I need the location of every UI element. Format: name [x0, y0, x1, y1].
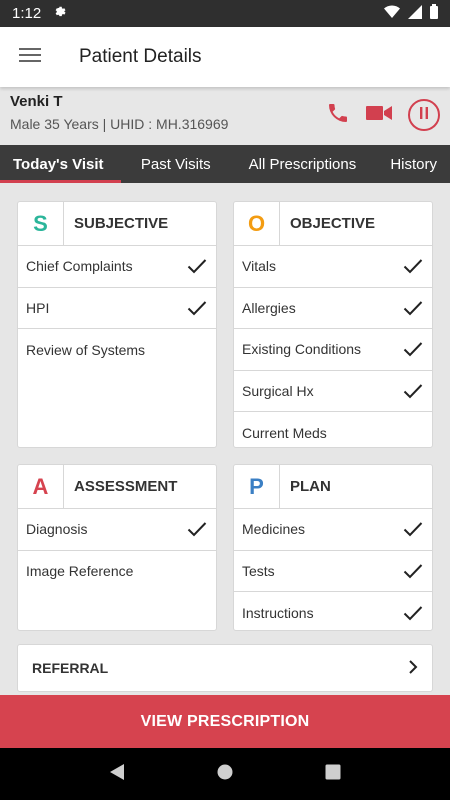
visit-tabs: Today's Visit Past Visits All Prescripti… — [0, 145, 450, 183]
referral-label: REFERRAL — [32, 660, 109, 676]
plan-item-label: Medicines — [242, 521, 306, 538]
status-icons — [384, 4, 438, 23]
tab-all-prescriptions[interactable]: All Prescriptions — [231, 145, 375, 183]
subjective-item[interactable]: Review of Systems — [18, 329, 216, 371]
status-time: 1:12 — [12, 5, 42, 22]
referral-row[interactable]: REFERRAL — [17, 644, 433, 692]
subjective-card-header[interactable]: S SUBJECTIVE — [18, 201, 216, 246]
checkmark-icon — [402, 338, 424, 360]
tab-history[interactable]: History — [374, 145, 450, 183]
objective-items: Vitals Allergies Existing Conditions Surgic… — [234, 246, 432, 454]
menu-button[interactable] — [0, 27, 60, 87]
objective-item[interactable]: Existing Conditions — [234, 329, 432, 371]
system-nav-bar — [0, 748, 450, 800]
plan-title: PLAN — [290, 478, 331, 495]
tab-past-visits[interactable]: Past Visits — [121, 145, 231, 183]
checkmark-icon — [186, 297, 208, 319]
patient-header: Venki T Male 35 Years | UHID : MH.316969 — [0, 87, 450, 145]
subjective-items: Chief Complaints HPI Review of Systems — [18, 246, 216, 371]
objective-card: O OBJECTIVE Vitals Allergies Existing Cond… — [233, 201, 433, 448]
objective-item-label: Vitals — [242, 258, 276, 275]
phone-icon — [326, 101, 350, 130]
checkmark-icon — [402, 518, 424, 540]
checkmark-icon — [402, 255, 424, 277]
objective-item[interactable]: Vitals — [234, 246, 432, 288]
plan-letter: P — [234, 464, 280, 509]
plan-item[interactable]: Tests — [234, 551, 432, 592]
assessment-item[interactable]: Image Reference — [18, 551, 216, 593]
objective-item-label: Current Meds — [242, 424, 327, 441]
cell-signal-icon — [408, 4, 422, 23]
objective-item[interactable]: Surgical Hx — [234, 371, 432, 412]
checkmark-icon — [186, 255, 208, 277]
patient-actions — [326, 99, 440, 131]
plan-items: Medicines Tests Instructions — [234, 509, 432, 634]
status-bar: 1:12 — [0, 0, 450, 27]
subjective-title: SUBJECTIVE — [74, 215, 169, 232]
plan-card: P PLAN Medicines Tests Instructions — [233, 464, 433, 631]
assessment-card: A ASSESSMENT Diagnosis Image Reference — [17, 464, 217, 631]
subjective-item[interactable]: Chief Complaints — [18, 246, 216, 288]
chevron-right-icon — [408, 659, 418, 677]
subjective-item[interactable]: HPI — [18, 288, 216, 329]
subjective-item-label: HPI — [26, 299, 50, 316]
assessment-letter: A — [18, 464, 64, 509]
video-camera-icon — [366, 103, 392, 128]
video-call-button[interactable] — [366, 103, 392, 128]
app-bar: Patient Details — [0, 27, 450, 87]
plan-card-header[interactable]: P PLAN — [234, 464, 432, 509]
objective-card-header[interactable]: O OBJECTIVE — [234, 201, 432, 246]
settings-icon — [53, 5, 67, 23]
battery-icon — [430, 4, 438, 23]
plan-item-label: Instructions — [242, 604, 314, 621]
assessment-items: Diagnosis Image Reference — [18, 509, 216, 592]
back-icon[interactable] — [109, 763, 125, 786]
subjective-letter: S — [18, 201, 64, 246]
checkmark-icon — [402, 602, 424, 624]
assessment-title: ASSESSMENT — [74, 478, 178, 495]
call-button[interactable] — [326, 101, 350, 130]
checkmark-icon — [402, 560, 424, 582]
objective-letter: O — [234, 201, 280, 246]
wifi-icon — [384, 4, 400, 23]
objective-title: OBJECTIVE — [290, 215, 376, 232]
objective-item-label: Surgical Hx — [242, 382, 314, 399]
plan-item-label: Tests — [242, 562, 275, 579]
plan-item[interactable]: Instructions — [234, 592, 432, 634]
assessment-item-label: Image Reference — [26, 563, 134, 580]
checkmark-icon — [402, 297, 424, 319]
checkmark-icon — [402, 380, 424, 402]
objective-item[interactable]: Current Meds — [234, 412, 432, 454]
home-icon[interactable] — [217, 764, 233, 785]
assessment-item[interactable]: Diagnosis — [18, 509, 216, 551]
page-title: Patient Details — [79, 46, 202, 67]
recents-icon[interactable] — [325, 764, 341, 785]
subjective-card: S SUBJECTIVE Chief Complaints HPI Review o… — [17, 201, 217, 448]
pause-button[interactable] — [408, 99, 440, 131]
subjective-item-label: Chief Complaints — [26, 258, 133, 275]
hamburger-icon — [19, 47, 41, 68]
subjective-item-label: Review of Systems — [26, 341, 146, 358]
plan-item[interactable]: Medicines — [234, 509, 432, 551]
assessment-card-header[interactable]: A ASSESSMENT — [18, 464, 216, 509]
pause-icon — [419, 106, 429, 124]
objective-item-label: Existing Conditions — [242, 341, 362, 358]
objective-item-label: Allergies — [242, 299, 296, 316]
view-prescription-button[interactable]: VIEW PRESCRIPTION — [0, 695, 450, 748]
assessment-item-label: Diagnosis — [26, 521, 88, 538]
checkmark-icon — [186, 518, 208, 540]
tab-todays-visit[interactable]: Today's Visit — [0, 145, 121, 183]
objective-item[interactable]: Allergies — [234, 288, 432, 329]
